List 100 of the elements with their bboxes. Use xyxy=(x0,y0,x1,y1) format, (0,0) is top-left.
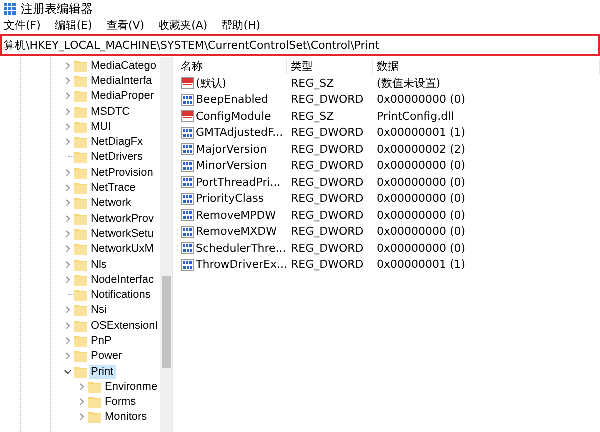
binary-value-icon xyxy=(181,258,194,271)
tree-item[interactable]: Power xyxy=(89,349,124,364)
value-data: 0x00000000 (0) xyxy=(376,225,467,238)
window-title: 注册表编辑器 xyxy=(21,0,93,18)
tree-item[interactable]: Monitors xyxy=(103,410,150,424)
tree-item[interactable]: NetworkUxM xyxy=(89,242,156,256)
tree-item[interactable]: NodeInterfac xyxy=(89,272,156,287)
menu-item[interactable]: 文件(F) xyxy=(4,18,41,33)
chevron-right-icon[interactable] xyxy=(64,260,72,268)
folder-icon xyxy=(74,182,87,194)
value-data: (数值未设置) xyxy=(376,76,442,91)
tree-item[interactable]: Forms xyxy=(103,395,138,410)
value-type: REG_DWORD xyxy=(290,225,365,238)
tree-item[interactable]: NetTrace xyxy=(89,181,138,196)
chevron-right-icon[interactable] xyxy=(64,352,72,360)
tree-item[interactable]: NetworkProv xyxy=(89,212,156,226)
tree-item[interactable]: MediaCatego xyxy=(89,58,158,73)
folder-icon xyxy=(88,380,101,393)
binary-value-icon xyxy=(181,126,194,139)
scrollbar[interactable] xyxy=(160,57,172,432)
tree-item[interactable]: OSExtensionI xyxy=(89,318,160,333)
folder-icon xyxy=(74,366,87,378)
folder-icon xyxy=(74,60,87,72)
chevron-right-icon[interactable] xyxy=(64,62,72,70)
tree-item[interactable]: Nsi xyxy=(89,303,109,318)
value-data: 0x00000000 (0) xyxy=(376,208,467,222)
value-name: PriorityClass xyxy=(196,192,264,206)
folder-icon xyxy=(74,228,87,240)
folder-icon xyxy=(74,74,87,87)
tree-item[interactable]: Notifications xyxy=(89,288,153,302)
folder-icon xyxy=(74,289,87,302)
chevron-right-icon[interactable] xyxy=(64,138,72,146)
value-data: 0x00000000 (0) xyxy=(376,93,467,106)
tree-item[interactable]: PnP xyxy=(89,334,114,348)
value-type: REG_DWORD xyxy=(290,208,365,222)
address-field[interactable]: 算机\HKEY_LOCAL_MACHINE\SYSTEM\CurrentControlSet\Control\Print xyxy=(0,34,600,56)
chevron-right-icon[interactable] xyxy=(64,230,72,238)
folder-icon xyxy=(74,120,87,133)
tree-item[interactable]: MSDTC xyxy=(89,104,132,119)
chevron-right-icon[interactable] xyxy=(78,382,86,391)
chevron-right-icon[interactable] xyxy=(64,276,72,284)
column-header[interactable]: 名称 xyxy=(177,58,287,74)
value-data: 0x00000001 (1) xyxy=(376,126,467,140)
column-header[interactable]: 数据 xyxy=(373,58,600,74)
binary-value-icon xyxy=(181,242,194,254)
tree-item[interactable]: Nls xyxy=(89,258,109,272)
folder-icon xyxy=(74,350,87,362)
chevron-right-icon[interactable] xyxy=(64,322,72,330)
folder-icon xyxy=(88,396,101,408)
value-name: MajorVersion xyxy=(196,142,267,156)
tree-item[interactable]: MediaProper xyxy=(89,89,156,104)
chevron-right-icon[interactable] xyxy=(78,398,86,406)
tree-item[interactable]: Network xyxy=(89,196,134,210)
menu-item[interactable]: 帮助(H) xyxy=(222,18,261,33)
value-name: RemoveMPDW xyxy=(196,208,276,222)
binary-value-icon xyxy=(181,94,194,106)
value-type: REG_SZ xyxy=(290,76,336,90)
tree-item[interactable]: Print xyxy=(89,364,116,379)
folder-icon xyxy=(74,197,87,210)
chevron-down-icon[interactable] xyxy=(64,368,72,376)
folder-icon xyxy=(74,258,87,270)
tree-item[interactable]: Environme xyxy=(103,380,160,394)
binary-value-icon xyxy=(181,209,194,222)
value-type: REG_DWORD xyxy=(290,159,365,172)
chevron-right-icon[interactable] xyxy=(64,122,72,131)
chevron-right-icon[interactable] xyxy=(64,108,72,116)
tree-item[interactable]: NetDrivers xyxy=(89,150,145,164)
column-header[interactable]: 类型 xyxy=(287,58,373,74)
tree-item[interactable]: NetDiagFx xyxy=(89,135,145,150)
chevron-right-icon[interactable] xyxy=(78,413,86,422)
string-value-icon xyxy=(181,77,194,90)
value-data: 0x00000000 (0) xyxy=(376,242,467,255)
tree-item[interactable]: NetProvision xyxy=(89,166,156,180)
tree-item[interactable]: MUI xyxy=(89,120,114,134)
value-name: PortThreadPri... xyxy=(196,176,281,189)
chevron-right-icon[interactable] xyxy=(64,245,72,254)
binary-value-icon xyxy=(181,192,194,205)
folder-icon xyxy=(74,151,87,164)
value-name: ConfigModule xyxy=(196,110,272,123)
value-type: REG_DWORD xyxy=(290,93,365,106)
menu-item[interactable]: 编辑(E) xyxy=(54,18,92,33)
chevron-right-icon[interactable] xyxy=(64,76,72,85)
chevron-right-icon[interactable] xyxy=(64,92,72,100)
folder-icon xyxy=(74,90,87,102)
value-type: REG_DWORD xyxy=(290,142,365,156)
chevron-right-icon[interactable] xyxy=(64,184,72,192)
tree-item[interactable]: MediaInterfa xyxy=(89,74,154,88)
menu-item[interactable]: 收藏夹(A) xyxy=(158,18,208,33)
value-name: GMTAdjustedF... xyxy=(196,126,284,140)
chevron-right-icon[interactable] xyxy=(64,306,72,314)
chevron-right-icon[interactable] xyxy=(64,168,72,177)
chevron-right-icon[interactable] xyxy=(64,214,72,223)
tree-item[interactable]: NetworkSetu xyxy=(89,226,156,241)
chevron-right-icon[interactable] xyxy=(64,336,72,345)
value-data: 0x00000000 (0) xyxy=(376,159,467,172)
folder-icon xyxy=(74,243,87,256)
menu-item[interactable]: 查看(V) xyxy=(106,18,145,33)
binary-value-icon xyxy=(181,143,194,156)
chevron-right-icon[interactable] xyxy=(64,199,72,208)
value-type: REG_DWORD xyxy=(290,242,365,255)
